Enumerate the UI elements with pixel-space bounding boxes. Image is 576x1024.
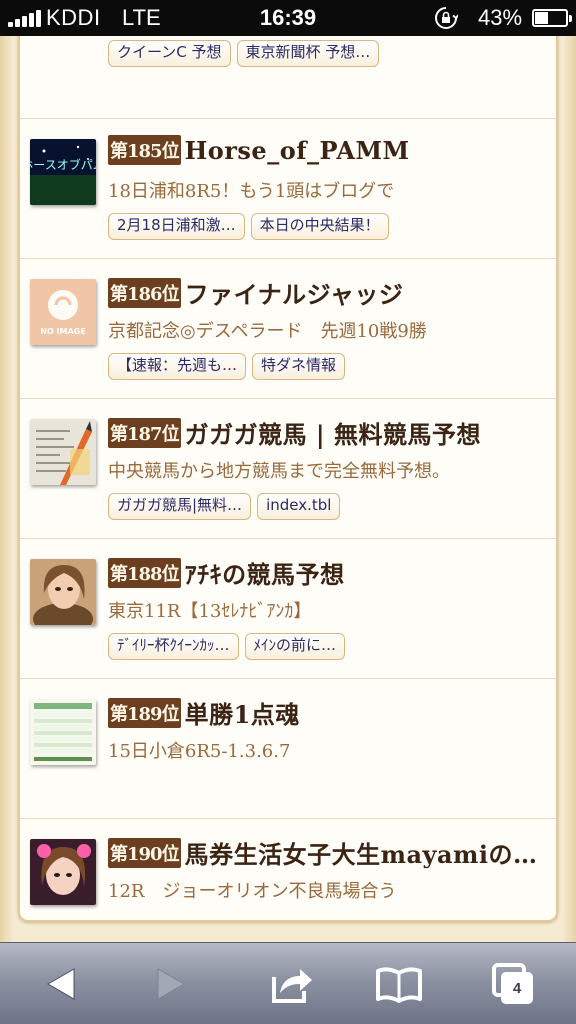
entry-title-row[interactable]: 第185位 Horse_of_PAMM (108, 135, 550, 169)
forward-arrow-icon (157, 968, 186, 1000)
rank-badge: 第185位 (108, 135, 181, 165)
entry-tags: 【速報：先週も… 特ダネ情報 (108, 353, 351, 381)
back-button[interactable] (34, 961, 84, 1007)
ranking-entry[interactable]: 第189位 単勝1点魂 15日小倉6R5-1.3.6.7 (20, 678, 556, 818)
entry-tags: 2月18日浦和激… 本日の中央結果！ (108, 213, 395, 241)
tag-link[interactable]: 東京新聞杯 予想… (236, 40, 380, 67)
ranking-entry[interactable]: ホースオブパム第185位Horse_of_PAMM 18日浦和8R5！もう1頭はブ… (20, 118, 556, 258)
portrait-thumbnail[interactable] (30, 559, 96, 625)
tag-link[interactable]: index.tbl (257, 493, 341, 520)
ranking-entry[interactable]: NO IMAGE 第186位 ファイナルジャッジ京都記念◎デスペラード 先週10戦9… (20, 258, 556, 398)
blog-title-link[interactable]: 馬券生活女子大生mayamiの… (185, 835, 538, 869)
entry-description: 京都記念◎デスペラード 先週10戦9勝 (108, 321, 427, 342)
tag-link[interactable]: 【速報：先週も… (108, 353, 247, 380)
rotation-lock-icon (435, 7, 458, 29)
bookmarks-icon (376, 967, 422, 1003)
blog-title-link[interactable]: ｱﾁｷの競馬予想 (185, 555, 345, 589)
entry-tags: ﾃﾞｲﾘｰ杯ｸｲｰﾝｶｯ… ﾒｲﾝの前に… (108, 633, 351, 661)
previous-entry-tags: クイーンC 予想 東京新聞杯 予想… (108, 40, 385, 70)
table-sheet-thumbnail[interactable] (30, 699, 96, 765)
tag-link[interactable]: ﾃﾞｲﾘｰ杯ｸｲｰﾝｶｯ… (108, 633, 239, 660)
forward-button[interactable] (148, 961, 198, 1007)
ranking-panel: クイーンC 予想東京新聞杯 予想… ホースオブパム第185位Horse_of_P… (18, 36, 558, 922)
thumbnail-text: ホースオブパム (30, 157, 96, 172)
blog-title-link[interactable]: Horse_of_PAMM (185, 136, 410, 165)
pink-portrait-thumbnail[interactable] (30, 839, 96, 905)
tabs-button[interactable]: 4 (490, 961, 540, 1007)
blog-title-link[interactable]: 単勝1点魂 (185, 695, 300, 729)
entry-title-row[interactable]: 第187位 ガガガ競馬 | 無料競馬予想 (108, 415, 550, 449)
tag-link[interactable]: 特ダネ情報 (252, 353, 346, 380)
rank-badge: 第190位 (108, 837, 181, 868)
tabs-count: 4 (512, 980, 522, 997)
tag-link[interactable]: ガガガ競馬|無料… (108, 493, 252, 520)
rank-badge: 第186位 (108, 277, 181, 308)
web-page[interactable]: クイーンC 予想東京新聞杯 予想… ホースオブパム第185位Horse_of_P… (0, 36, 576, 942)
entry-tags: ガガガ競馬|無料… index.tbl (108, 493, 346, 521)
back-arrow-icon (46, 968, 75, 1000)
entry-title-row[interactable]: 第188位 ｱﾁｷの競馬予想 (108, 555, 550, 589)
entry-title-row[interactable]: 第189位 単勝1点魂 (108, 695, 550, 729)
share-button[interactable] (266, 961, 316, 1007)
entry-description: 12R ジョーオリオン不良馬場合う (108, 881, 397, 902)
rank-badge: 第189位 (108, 697, 181, 728)
share-icon (272, 969, 312, 1003)
newspaper-pencil-thumbnail[interactable] (30, 419, 96, 485)
ranking-entry[interactable]: 第190位 馬券生活女子大生mayamiの… 12R ジョーオリオン不良馬場合う (20, 818, 556, 942)
rank-badge: 第188位 (108, 557, 181, 588)
tag-link[interactable]: 2月18日浦和激… (108, 213, 245, 240)
entry-title-row[interactable]: 第190位 馬券生活女子大生mayamiの… (108, 835, 550, 869)
tag-link[interactable]: 本日の中央結果！ (250, 213, 389, 240)
bookmarks-button[interactable] (374, 961, 424, 1007)
no-image-thumbnail[interactable]: NO IMAGE (30, 279, 96, 345)
entry-title-row[interactable]: 第186位 ファイナルジャッジ (108, 275, 550, 309)
tag-link[interactable]: クイーンC 予想 (108, 40, 231, 67)
battery-percent: 43% (478, 5, 523, 30)
rank-badge: 第187位 (108, 417, 181, 448)
night-banner-thumbnail[interactable]: ホースオブパム (30, 139, 96, 205)
tag-link[interactable]: ﾒｲﾝの前に… (244, 633, 346, 660)
blog-title-link[interactable]: ガガガ競馬 | 無料競馬予想 (185, 415, 481, 449)
ranking-entry[interactable]: 第187位 ガガガ競馬 | 無料競馬予想 中央競馬から地方競馬まで完全無料予想。 ガガ… (20, 398, 556, 538)
thumbnail-text: NO IMAGE (40, 327, 85, 336)
ranking-entry[interactable]: 第188位 ｱﾁｷの競馬予想東京11R【13ｾﾚﾅﾋﾞｱﾝｶ】 ﾃﾞｲﾘｰ杯ｸｲｰﾝ… (20, 538, 556, 678)
entry-description: 中央競馬から地方競馬まで完全無料予想。 (108, 461, 450, 482)
entry-description: 15日小倉6R5-1.3.6.7 (108, 741, 291, 762)
entry-description: 18日浦和8R5！もう1頭はブログで (108, 181, 395, 202)
entry-description: 東京11R【13ｾﾚﾅﾋﾞｱﾝｶ】 (108, 601, 312, 622)
battery-icon (532, 9, 572, 27)
safari-toolbar: 4 (0, 942, 576, 1024)
blog-title-link[interactable]: ファイナルジャッジ (185, 275, 404, 309)
status-bar: KDDI LTE 16:39 43% (0, 0, 576, 36)
